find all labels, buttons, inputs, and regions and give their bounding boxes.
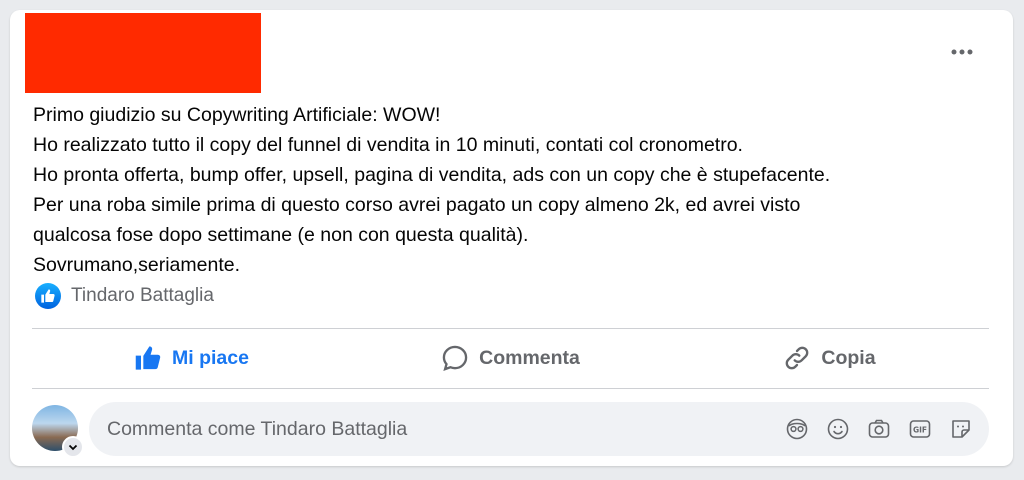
post-line: Sovrumano,seriamente. (33, 254, 241, 276)
reactions-summary[interactable]: Tindaro Battaglia (35, 283, 214, 309)
thumbs-up-icon (135, 346, 161, 370)
post-line: Ho pronta offerta, bump offer, upsell, p… (33, 164, 831, 186)
post-line: Primo giudizio su Copywriting Artificial… (33, 104, 441, 126)
emoji-icon[interactable] (826, 417, 850, 441)
post-line: Per una roba simile prima di questo cors… (33, 194, 801, 216)
reaction-names: Tindaro Battaglia (71, 285, 214, 306)
comment-icon (442, 345, 468, 371)
gif-icon[interactable]: GIF (908, 417, 932, 441)
camera-icon[interactable] (867, 417, 891, 441)
comment-input[interactable]: Commenta come Tindaro Battaglia GIF (89, 402, 989, 456)
comment-composer: Commenta come Tindaro Battaglia GIF (32, 402, 989, 458)
more-icon (951, 49, 973, 55)
post-card: Primo giudizio su Copywriting Artificial… (10, 10, 1013, 466)
comment-placeholder[interactable]: Commenta come Tindaro Battaglia (107, 418, 785, 441)
comment-tools: GIF (785, 417, 973, 441)
copy-button[interactable]: Copia (670, 329, 989, 387)
comment-label: Commenta (479, 346, 580, 369)
avatar-sticker-icon[interactable] (785, 417, 809, 441)
sticker-icon[interactable] (949, 417, 973, 441)
action-bar: Mi piace Commenta Copia (32, 329, 989, 387)
post-line: Ho realizzato tutto il copy del funnel d… (33, 134, 743, 156)
like-icon (35, 283, 61, 309)
post-body: Primo giudizio su Copywriting Artificial… (33, 100, 993, 280)
more-options-button[interactable] (948, 42, 976, 62)
divider (32, 388, 989, 389)
svg-text:GIF: GIF (913, 426, 927, 435)
copy-label: Copia (821, 346, 876, 369)
like-label: Mi piace (172, 346, 249, 369)
redacted-author-header (25, 13, 261, 93)
comment-button[interactable]: Commenta (351, 329, 670, 387)
post-line: qualcosa fose dopo settimane (e non con … (33, 224, 529, 246)
chevron-down-icon[interactable] (62, 436, 84, 458)
like-button[interactable]: Mi piace (32, 329, 351, 387)
link-icon (786, 346, 809, 370)
